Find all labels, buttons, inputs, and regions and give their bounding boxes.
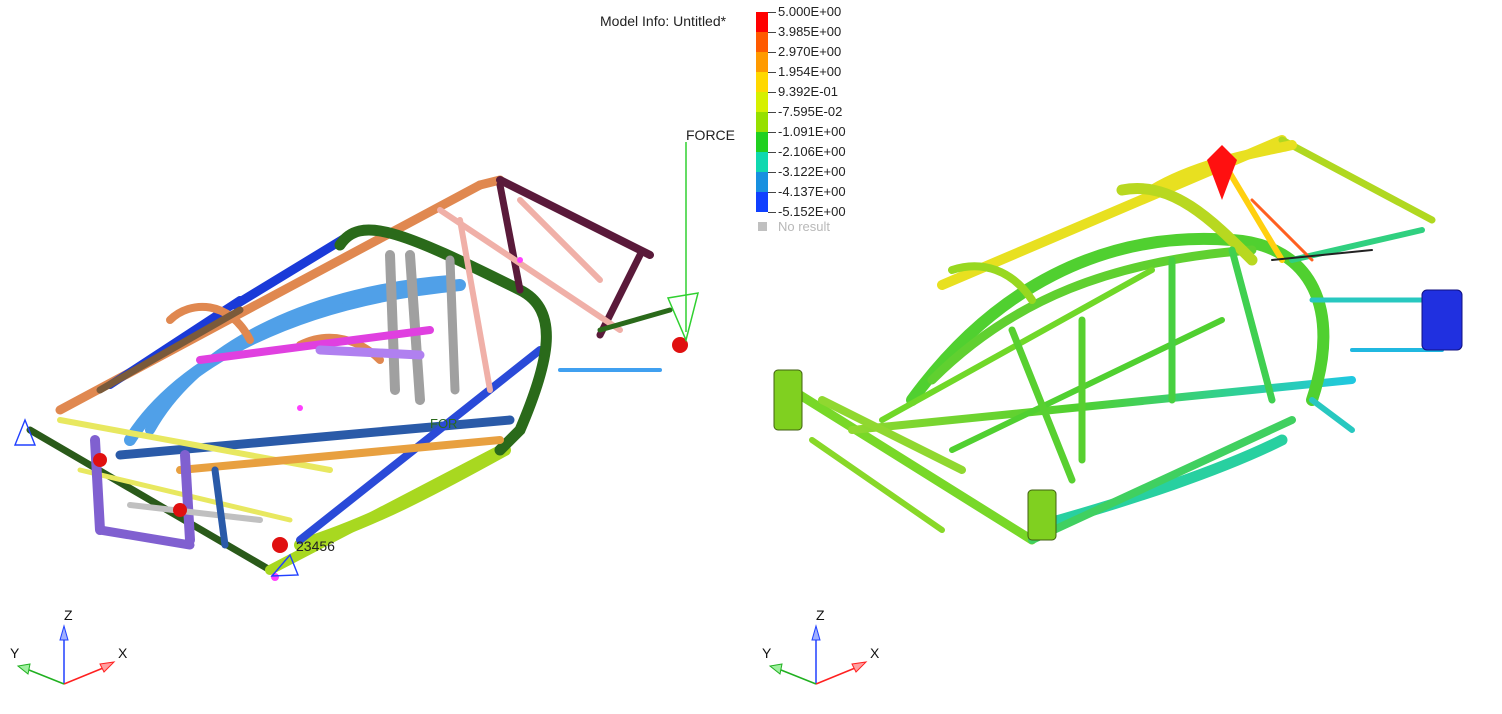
axis-triad-left: Z X Y bbox=[10, 607, 128, 685]
axis-y-label: Y bbox=[762, 645, 772, 661]
axis-x-label: X bbox=[118, 645, 128, 661]
axis-z-label: Z bbox=[64, 607, 73, 623]
force-label: FORCE bbox=[686, 127, 735, 143]
left-viewport[interactable]: FORCE FOR 23456 Z X Y bbox=[0, 0, 750, 709]
node-label: 23456 bbox=[296, 538, 335, 554]
axis-triad-right: Z X Y bbox=[762, 607, 880, 685]
model-info-title: Model Info: Untitled* bbox=[600, 13, 727, 29]
frame-model-components bbox=[13, 142, 700, 581]
axis-x-label: X bbox=[870, 645, 880, 661]
axis-z-label: Z bbox=[816, 607, 825, 623]
axis-y-label: Y bbox=[10, 645, 20, 661]
right-viewport[interactable]: Z X Y bbox=[752, 0, 1502, 709]
force-arrow bbox=[666, 142, 700, 343]
force-label-small: FOR bbox=[430, 416, 458, 431]
frame-model-contour bbox=[773, 135, 1463, 545]
